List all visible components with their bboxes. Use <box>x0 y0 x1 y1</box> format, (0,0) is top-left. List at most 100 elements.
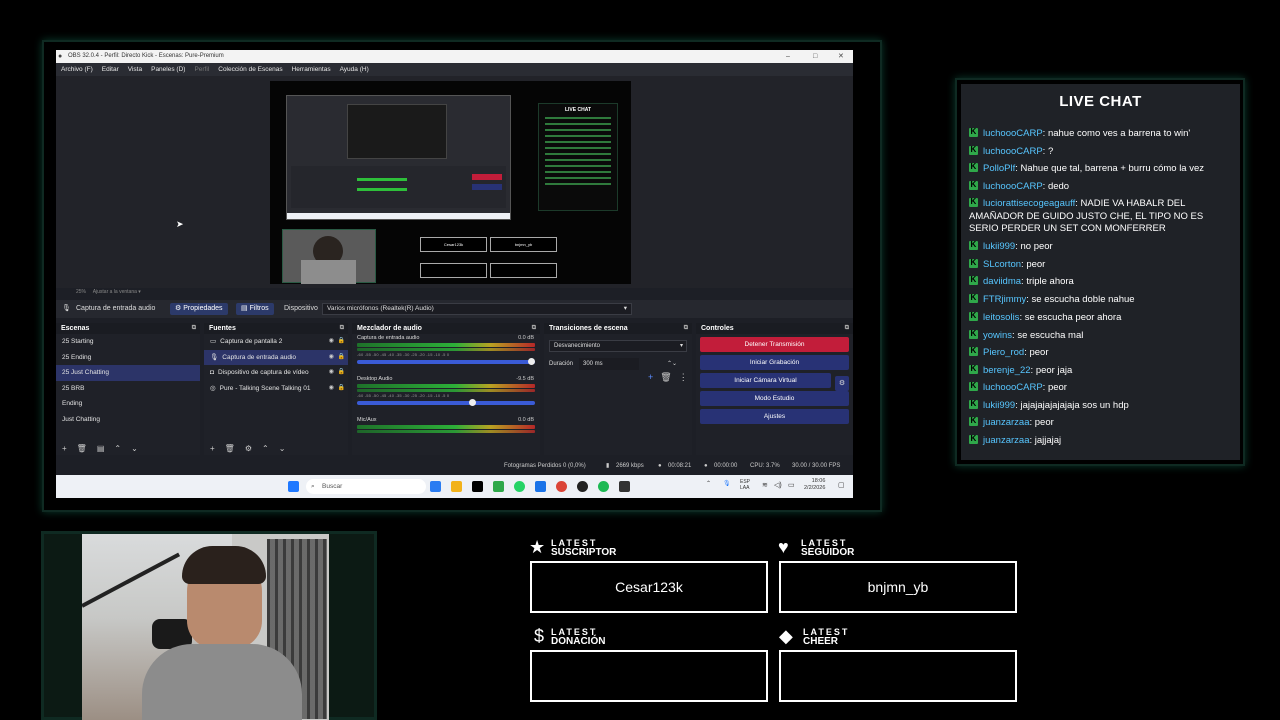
copilot-icon[interactable] <box>430 481 441 492</box>
volume-slider[interactable] <box>357 358 535 365</box>
start-recording-button[interactable]: Iniciar Grabación <box>700 355 849 370</box>
more-icon[interactable]: ⋮ <box>679 372 688 383</box>
scene-item[interactable]: Ending <box>56 396 200 412</box>
lock-icon[interactable]: 🔒 <box>338 365 345 381</box>
battery-icon[interactable]: ▭ <box>788 481 795 489</box>
add-icon[interactable]: + <box>648 372 653 383</box>
menu-editar[interactable]: Editar <box>102 63 119 76</box>
preview-zoom-bar: 25% Ajustar a la ventana ▾ <box>56 288 853 297</box>
arrow-down-icon[interactable]: ⌄ <box>131 444 138 453</box>
spinner-icon[interactable]: ⌃⌄ <box>667 358 677 370</box>
trash-icon[interactable]: 🗑 <box>77 444 87 453</box>
source-item[interactable]: ▭ Captura de pantalla 2 ◉ 🔒 <box>204 334 348 350</box>
fit-window-option[interactable]: Ajustar a la ventana <box>93 289 137 295</box>
language-indicator[interactable]: ESP LAA <box>740 479 750 491</box>
volume-icon[interactable]: ◁) <box>774 481 782 489</box>
source-item[interactable]: ◘ Dispositivo de captura de vídeo ◉ 🔒 <box>204 365 348 381</box>
menu-paneles[interactable]: Paneles (D) <box>151 63 185 76</box>
obs-taskbar-icon[interactable] <box>577 481 588 492</box>
virtual-camera-settings-gear-icon[interactable]: ⚙ <box>835 376 849 391</box>
preview-area[interactable]: ➤ LIVE CHAT Cesar123k bnjmn_yb <box>56 76 853 288</box>
device-label: Dispositivo <box>284 305 318 312</box>
undock-icon[interactable]: ⧉ <box>845 323 849 334</box>
volume-slider-knob[interactable] <box>469 399 477 406</box>
menu-coleccion-escenas[interactable]: Colección de Escenas <box>218 63 282 76</box>
mixer-header: Mezclador de audio ⧉ <box>352 323 540 334</box>
lock-icon[interactable]: 🔒 <box>338 350 345 366</box>
minimize-icon[interactable]: – <box>786 50 790 63</box>
undock-icon[interactable]: ⧉ <box>532 323 536 334</box>
transitions-dock: Transiciones de escena ⧉ Desvanecimiento ▾… <box>544 323 692 455</box>
kick-icon[interactable] <box>493 481 504 492</box>
start-virtual-camera-button[interactable]: Iniciar Cámara Virtual <box>700 373 831 388</box>
add-icon[interactable]: + <box>210 444 215 453</box>
scene-item[interactable]: Just Chatting <box>56 412 200 428</box>
menu-ayuda[interactable]: Ayuda (H) <box>340 63 369 76</box>
scene-item[interactable]: 25 Ending <box>56 350 200 366</box>
eye-icon[interactable]: ◉ <box>329 365 334 381</box>
settings-button[interactable]: Ajustes <box>700 409 849 424</box>
eye-icon[interactable]: ◉ <box>329 381 334 397</box>
maximize-icon[interactable]: □ <box>813 50 817 63</box>
menu-perfil[interactable]: Perfil <box>194 63 209 76</box>
whatsapp-icon[interactable] <box>514 481 525 492</box>
dropped-frames: Fotogramas Perdidos 0 (0,0%) <box>504 463 586 469</box>
source-item[interactable]: ◎ Pure - Talking Scene Talking 01 ◉ 🔒 <box>204 381 348 397</box>
chat-message-cut: … <box>969 113 977 119</box>
menu-herramientas[interactable]: Herramientas <box>292 63 331 76</box>
studio-mode-button[interactable]: Modo Estudio <box>700 391 849 406</box>
wifi-icon[interactable]: ≋ <box>762 481 768 489</box>
device-select[interactable]: Varios micrófonos (Realtek(R) Audio) ▾ <box>322 303 632 315</box>
arrow-up-icon[interactable]: ⌃ <box>114 444 121 453</box>
scene-item[interactable]: 25 Just Chatting <box>56 365 200 381</box>
close-icon[interactable]: ✕ <box>838 50 844 63</box>
preview-canvas[interactable]: LIVE CHAT Cesar123k bnjmn_yb <box>270 81 631 284</box>
spotify-icon[interactable] <box>598 481 609 492</box>
arrow-up-icon[interactable]: ⌃ <box>262 444 269 453</box>
taskbar-search-input[interactable]: ⌕ Buscar <box>306 479 426 494</box>
windows-start-icon[interactable] <box>288 481 299 492</box>
filter-icon[interactable]: ▤ <box>97 444 105 453</box>
gear-icon[interactable]: ⚙ <box>245 444 252 453</box>
stop-stream-button[interactable]: Detener Transmisión <box>700 337 849 352</box>
chevron-up-icon[interactable]: ⌃ <box>706 480 711 487</box>
file-explorer-icon[interactable] <box>451 481 462 492</box>
arrow-down-icon[interactable]: ⌄ <box>279 444 286 453</box>
undock-icon[interactable]: ⧉ <box>192 323 196 334</box>
chevron-down-icon[interactable]: ▾ <box>138 289 141 295</box>
scene-item[interactable]: 25 Starting <box>56 334 200 350</box>
trash-icon[interactable]: 🗑 <box>225 444 235 453</box>
eye-icon[interactable]: ◉ <box>329 350 334 366</box>
transition-toolbar: + 🗑 ⋮ <box>648 372 688 383</box>
notification-icon[interactable]: ▢ <box>838 481 845 489</box>
clock[interactable]: 18:06 2/2/2026 <box>804 478 825 492</box>
chrome-icon[interactable] <box>556 481 567 492</box>
app-icon[interactable] <box>619 481 630 492</box>
eye-icon[interactable]: ◉ <box>329 334 334 350</box>
chat-message: berenje_22: peor jaja <box>969 363 1234 378</box>
microphone-icon[interactable]: 🎙 <box>723 480 731 487</box>
live-chat-panel: LIVE CHAT … luchoooCARP: nahue como ves … <box>961 84 1240 460</box>
edge-icon[interactable] <box>535 481 546 492</box>
chat-message: luchoooCARP: nahue como ves a barrena to… <box>969 126 1234 141</box>
trash-icon[interactable]: 🗑 <box>660 372 671 383</box>
lock-icon[interactable]: 🔒 <box>338 381 345 397</box>
menu-vista[interactable]: Vista <box>128 63 142 76</box>
undock-icon[interactable]: ⧉ <box>684 323 688 334</box>
scene-item[interactable]: 25 BRB <box>56 381 200 397</box>
tiktok-icon[interactable] <box>472 481 483 492</box>
undock-icon[interactable]: ⧉ <box>340 323 344 334</box>
menu-archivo[interactable]: Archivo (F) <box>61 63 93 76</box>
transition-select[interactable]: Desvanecimiento ▾ <box>549 340 687 352</box>
heart-icon: ♥ <box>778 537 789 557</box>
controls-dock: Controles ⧉ Detener Transmisión Iniciar G… <box>696 323 853 455</box>
add-icon[interactable]: + <box>62 444 67 453</box>
lock-icon[interactable]: 🔒 <box>338 334 345 350</box>
filters-button[interactable]: ▤ Filtros <box>236 303 274 315</box>
volume-slider-knob[interactable] <box>528 358 535 365</box>
duration-input[interactable]: 300 ms <box>579 358 639 370</box>
properties-button[interactable]: ⚙ Propiedades <box>170 303 228 315</box>
volume-slider[interactable] <box>357 399 535 406</box>
zoom-level[interactable]: 25% <box>76 289 86 295</box>
source-item[interactable]: 🎙 Captura de entrada audio ◉ 🔒 <box>204 349 348 366</box>
